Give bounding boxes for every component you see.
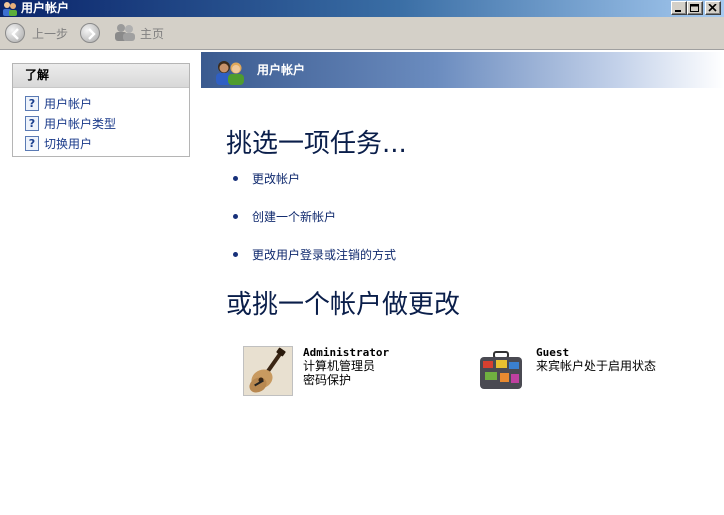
learn-about-list: ? 用户帐户 ? 用户帐户类型 ? 切换用户 [13, 88, 189, 153]
close-button[interactable] [705, 1, 721, 15]
account-guest[interactable]: Guest 来宾帐户处于启用状态 [476, 346, 656, 396]
sidebar-item-switch-user[interactable]: ? 切换用户 [13, 133, 189, 153]
help-question-icon: ? [25, 115, 39, 131]
account-administrator[interactable]: Administrator 计算机管理员 密码保护 [243, 346, 389, 396]
user-accounts-icon [214, 59, 246, 88]
sidebar-item-label[interactable]: 用户帐户 [44, 95, 92, 112]
task-label[interactable]: 更改用户登录或注销的方式 [252, 246, 396, 263]
task-change-logon[interactable]: 更改用户登录或注销的方式 [233, 246, 396, 263]
account-name[interactable]: Guest [536, 346, 656, 359]
sidebar-item-user-accounts[interactable]: ? 用户帐户 [13, 93, 189, 113]
task-label[interactable]: 更改帐户 [252, 170, 300, 187]
header-band: 用户帐户 [201, 52, 724, 88]
account-status: 来宾帐户处于启用状态 [536, 359, 657, 373]
minimize-button[interactable] [671, 1, 687, 15]
maximize-button[interactable] [687, 1, 703, 15]
help-question-icon: ? [25, 95, 39, 111]
bullet-icon [233, 252, 238, 257]
pick-task-heading: 挑选一项任务... [226, 129, 407, 159]
arrow-right-icon [80, 23, 100, 43]
sidebar-item-account-types[interactable]: ? 用户帐户类型 [13, 113, 189, 133]
back-label: 上一步 [32, 26, 69, 41]
sidebar-item-label[interactable]: 切换用户 [44, 135, 92, 152]
home-button[interactable]: 主页 [114, 21, 164, 45]
window-title: 用户帐户 [21, 1, 70, 15]
account-info: Administrator 计算机管理员 密码保护 [303, 346, 389, 396]
account-info: Guest 来宾帐户处于启用状态 [536, 346, 656, 396]
learn-about-header: 了解 [13, 64, 189, 88]
pick-account-heading: 或挑一个帐户做更改 [226, 290, 461, 320]
toolbar: 上一步 主页 [0, 17, 724, 50]
title-bar[interactable]: 用户帐户 [0, 0, 724, 17]
back-button[interactable]: 上一步 [5, 21, 68, 45]
account-name[interactable]: Administrator [303, 346, 389, 359]
arrow-left-icon [5, 23, 25, 43]
bullet-icon [233, 214, 238, 219]
forward-button[interactable] [80, 21, 100, 45]
task-label[interactable]: 创建一个新帐户 [252, 208, 336, 225]
help-question-icon: ? [25, 135, 39, 151]
sidebar-item-label[interactable]: 用户帐户类型 [44, 115, 116, 132]
task-change-account[interactable]: 更改帐户 [233, 170, 300, 187]
guitar-picture [243, 346, 293, 396]
task-create-account[interactable]: 创建一个新帐户 [233, 208, 336, 225]
account-status: 密码保护 [303, 373, 352, 387]
home-label: 主页 [140, 26, 165, 41]
learn-about-panel: 了解 ? 用户帐户 ? 用户帐户类型 ? 切换用户 [12, 63, 190, 157]
suitcase-picture [476, 346, 526, 396]
home-users-icon [114, 23, 136, 44]
band-title: 用户帐户 [257, 63, 306, 77]
bullet-icon [233, 176, 238, 181]
account-type: 计算机管理员 [303, 359, 376, 373]
user-accounts-icon [2, 1, 18, 16]
